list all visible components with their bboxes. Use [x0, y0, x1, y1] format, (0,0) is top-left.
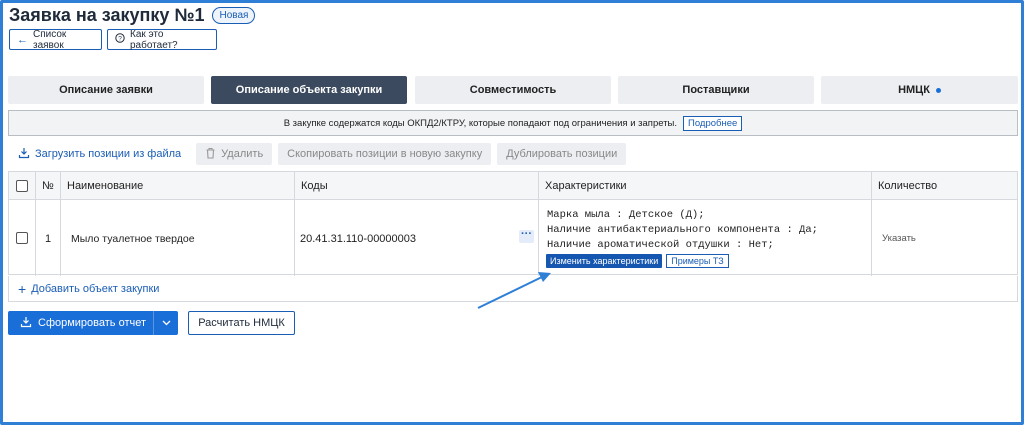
annotation-arrow-icon [477, 272, 551, 309]
